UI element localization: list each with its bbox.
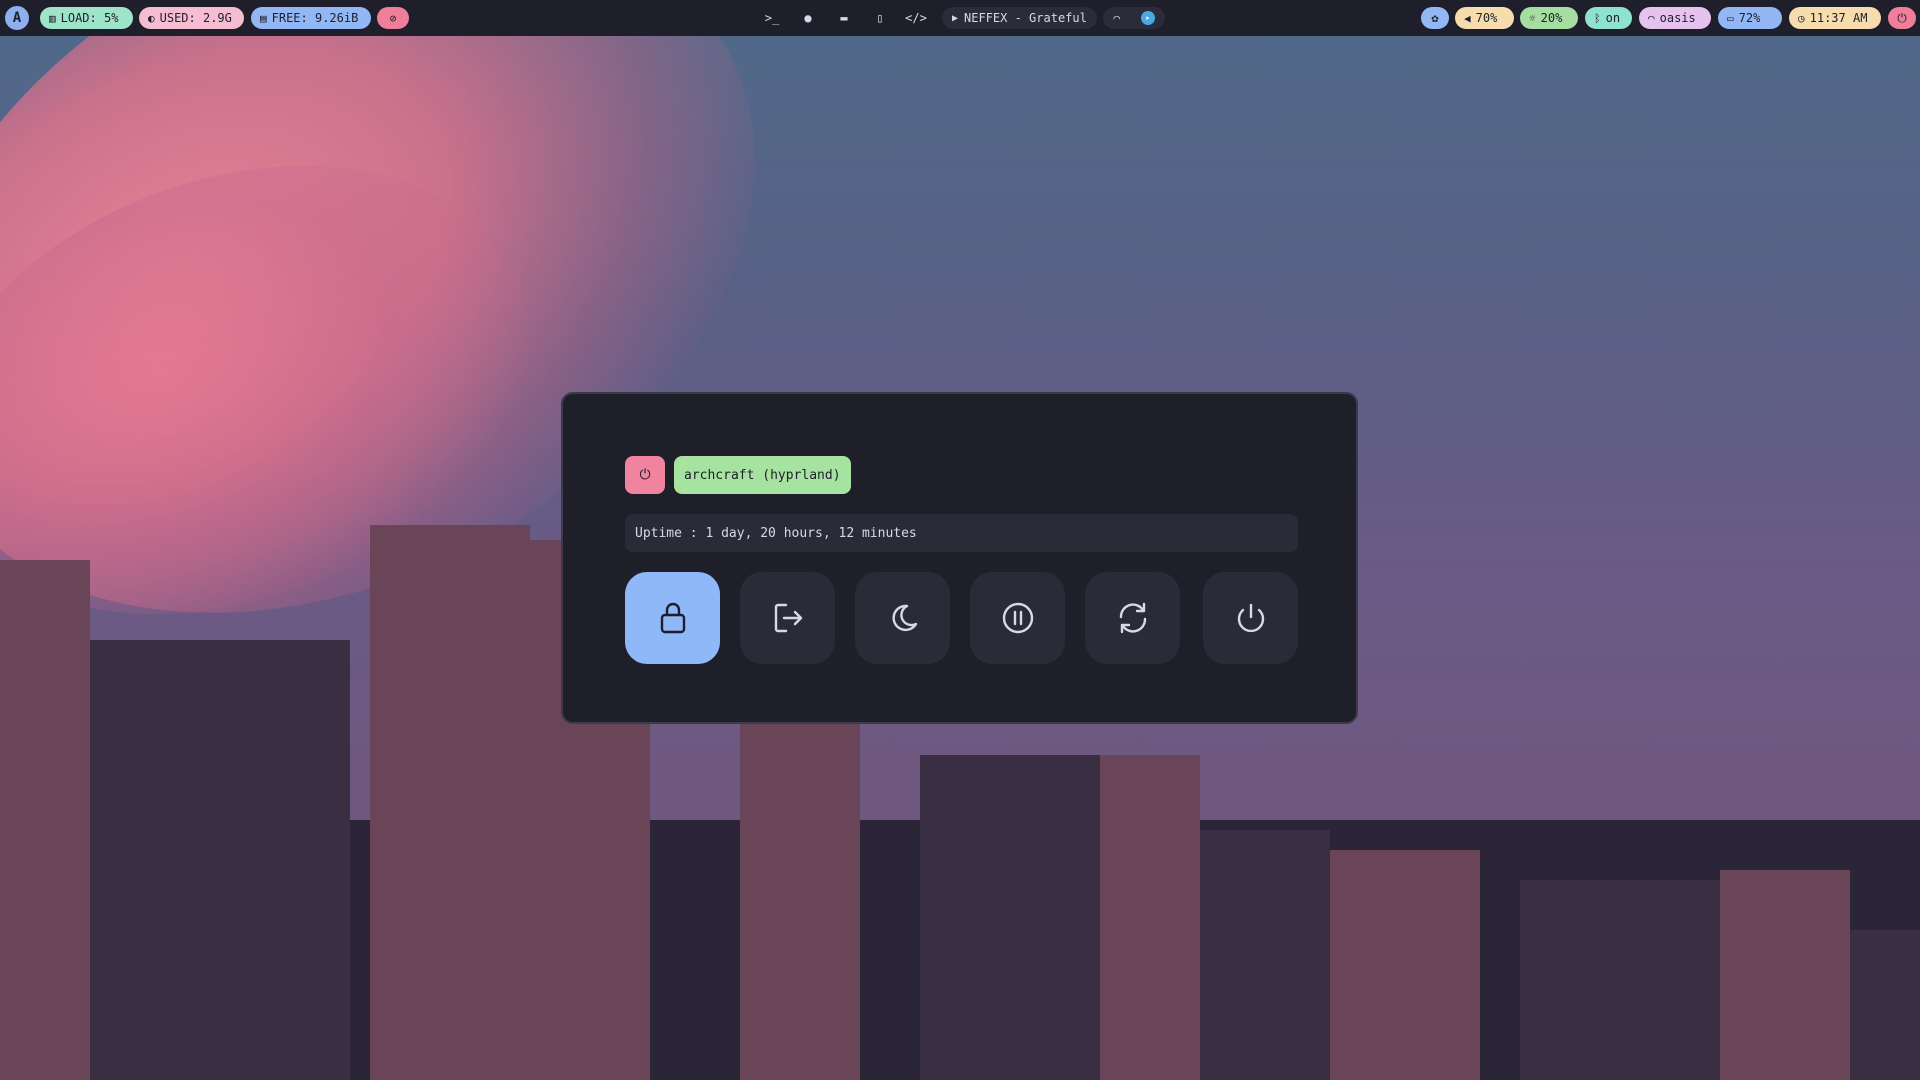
hibernate-button[interactable] <box>970 572 1065 664</box>
volume-icon: ◀ <box>1464 11 1471 25</box>
play-icon[interactable]: ▶ <box>952 13 958 24</box>
wallpaper-building <box>1330 850 1480 1080</box>
host-label: archcraft (hyprland) <box>674 456 851 494</box>
power-icon: ⏻ <box>1897 10 1907 25</box>
brightness-indicator[interactable]: ☼ 20% <box>1520 7 1578 29</box>
volume-label: 70% <box>1475 11 1498 25</box>
power-actions <box>625 572 1298 664</box>
folder-icon[interactable]: ▬ <box>833 8 855 28</box>
wallpaper-building <box>1520 880 1720 1080</box>
wallpaper-building <box>740 720 860 1080</box>
archcraft-logo-icon[interactable]: A <box>5 6 29 30</box>
lock-icon <box>660 602 685 634</box>
network-indicator[interactable]: ◠ oasis <box>1639 7 1711 29</box>
wallpaper-building <box>1100 755 1200 1080</box>
brightness-label: 20% <box>1540 11 1563 25</box>
battery-icon: ▭ <box>1727 11 1734 25</box>
clock-indicator[interactable]: ◷ 11:37 AM <box>1789 7 1881 29</box>
wallpaper-building <box>0 560 90 1080</box>
logout-button[interactable] <box>740 572 835 664</box>
network-label: oasis <box>1659 11 1696 25</box>
memory-used-label: USED: 2.9G <box>159 11 232 25</box>
brightness-icon: ☼ <box>1529 11 1536 25</box>
power-badge: ⏻ <box>625 456 665 494</box>
shutdown-button[interactable] <box>1203 572 1298 664</box>
firefox-icon[interactable]: ● <box>797 8 819 28</box>
top-bar: A ▥ LOAD: 5% ◐ USED: 2.9G ▤ FREE: 9.26iB… <box>0 0 1920 36</box>
battery-label: 72% <box>1738 11 1761 25</box>
lock-button[interactable] <box>625 572 720 664</box>
disk-icon: ▤ <box>260 11 267 25</box>
chart-icon: ▥ <box>49 11 56 25</box>
power-menu-button[interactable]: ⏻ <box>1888 7 1916 29</box>
memory-icon: ◐ <box>148 11 155 25</box>
wifi-icon[interactable]: ◠ <box>1113 12 1120 25</box>
media-title: NEFFEX - Grateful <box>964 11 1087 25</box>
wallpaper-building <box>370 525 530 1080</box>
palette-button[interactable]: ✿ <box>1421 7 1449 29</box>
clock-icon: ◷ <box>1798 11 1805 25</box>
load-label: LOAD: 5% <box>60 11 119 25</box>
wallpaper-building <box>1200 830 1330 1080</box>
battery-indicator[interactable]: ▭ 72% <box>1718 7 1782 29</box>
palette-icon: ✿ <box>1431 11 1439 25</box>
bluetooth-label: on <box>1605 11 1621 25</box>
wallpaper-building <box>920 755 1100 1080</box>
code-icon[interactable]: </> <box>905 8 927 28</box>
pause-icon <box>1002 602 1033 634</box>
refresh-icon <box>1119 602 1146 634</box>
power-icon <box>1237 603 1264 633</box>
moon-icon <box>891 604 917 632</box>
power-icon: ⏻ <box>639 467 651 483</box>
telegram-icon[interactable]: ➤ <box>1140 11 1155 25</box>
document-icon[interactable]: ▯ <box>869 8 891 28</box>
logout-icon <box>774 603 802 633</box>
power-menu-dialog: ⏻ archcraft (hyprland) Uptime : 1 day, 2… <box>561 392 1358 724</box>
wallpaper-building <box>1720 870 1850 1080</box>
clock-label: 11:37 AM <box>1809 11 1868 25</box>
load-indicator[interactable]: ▥ LOAD: 5% <box>40 7 133 29</box>
privacy-indicator[interactable]: ⊘ <box>377 7 409 29</box>
suspend-button[interactable] <box>855 572 950 664</box>
bluetooth-indicator[interactable]: ᛒ on <box>1585 7 1632 29</box>
wallpaper-building <box>1850 930 1920 1080</box>
terminal-icon[interactable]: >_ <box>761 8 783 28</box>
reboot-button[interactable] <box>1085 572 1180 664</box>
wallpaper-building <box>90 640 350 1080</box>
system-tray: ◠ ➤ <box>1103 7 1165 29</box>
bluetooth-icon: ᛒ <box>1594 11 1601 25</box>
uptime-text: Uptime : 1 day, 20 hours, 12 minutes <box>625 514 1298 552</box>
volume-indicator[interactable]: ◀ 70% <box>1455 7 1514 29</box>
eye-off-icon: ⊘ <box>389 11 397 25</box>
disk-free-label: FREE: 9.26iB <box>271 11 359 25</box>
disk-free-indicator[interactable]: ▤ FREE: 9.26iB <box>251 7 371 29</box>
media-player[interactable]: ▶ NEFFEX - Grateful <box>942 7 1097 29</box>
memory-used-indicator[interactable]: ◐ USED: 2.9G <box>139 7 244 29</box>
wifi-icon: ◠ <box>1648 11 1655 25</box>
